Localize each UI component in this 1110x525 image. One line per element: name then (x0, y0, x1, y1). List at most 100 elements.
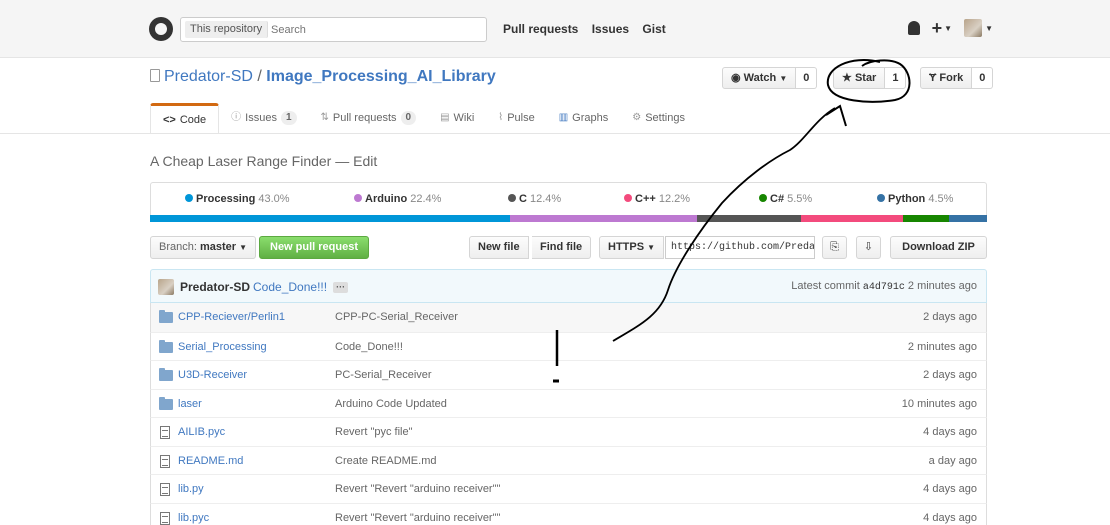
file-name-link[interactable]: lib.pyc (178, 512, 209, 524)
copy-clone-url-button[interactable]: ⎘ (822, 236, 847, 259)
fork-icon: Ɏ (929, 72, 937, 84)
issue-icon: ⓘ (231, 112, 242, 123)
file-commit-message[interactable]: Code_Done!!! (335, 341, 403, 353)
file-row[interactable]: AILIB.pyc Revert "pyc file" 4 days ago (150, 417, 987, 446)
file-row[interactable]: laser Arduino Code Updated 10 minutes ago (150, 388, 987, 417)
protocol-label: HTTPS (608, 241, 645, 253)
file-name-link[interactable]: CPP-Reciever/Perlin1 (178, 311, 285, 323)
repo-separator: / (257, 68, 262, 85)
arrow-head-annotation (825, 104, 847, 127)
file-commit-message[interactable]: CPP-PC-Serial_Receiver (335, 311, 458, 323)
chevron-down-icon: ▼ (239, 243, 248, 252)
nav-gist[interactable]: Gist (642, 22, 665, 36)
file-name-link[interactable]: README.md (178, 455, 243, 467)
nav-issues[interactable]: Issues (592, 22, 629, 36)
language-csharp: C# 5.5% (759, 193, 812, 205)
file-age: 2 minutes ago (907, 340, 977, 353)
user-menu[interactable]: ▼ (964, 19, 993, 37)
file-list: CPP-Reciever/Perlin1 CPP-PC-Serial_Receiv… (150, 303, 987, 525)
commit-message[interactable]: Code_Done!!! (253, 280, 327, 294)
chevron-down-icon: ▼ (647, 243, 656, 252)
file-commit-message[interactable]: Revert "Revert "arduino receiver"" (335, 483, 500, 495)
tab-issues[interactable]: ⓘ Issues 1 (219, 103, 308, 133)
file-commit-message[interactable]: Revert "pyc file" (335, 426, 413, 438)
tab-wiki[interactable]: ▤ Wiki (428, 103, 486, 133)
fork-button[interactable]: Ɏ Fork (920, 67, 973, 89)
commit-author-name[interactable]: Predator-SD (180, 280, 250, 294)
tab-code[interactable]: <> Code (150, 103, 220, 133)
file-name-link[interactable]: laser (178, 398, 202, 410)
language-dot-icon (185, 194, 193, 202)
clone-protocol-selector[interactable]: HTTPS ▼ (599, 236, 665, 259)
file-row[interactable]: U3D-Receiver PC-Serial_Receiver 2 days ago (150, 360, 987, 389)
search-scope-label: This repository (185, 21, 269, 38)
avatar (158, 279, 174, 295)
language-dot-icon (508, 194, 516, 202)
branch-selector[interactable]: Branch: master ▼ (150, 236, 257, 259)
watch-count[interactable]: 0 (796, 67, 818, 89)
language-percent: 5.5% (787, 193, 813, 205)
header-actions: + ▼ ▼ (907, 18, 993, 38)
file-name-link[interactable]: lib.py (178, 483, 204, 495)
language-c: C 12.4% (508, 193, 561, 205)
nav-pull-requests[interactable]: Pull requests (503, 22, 578, 36)
language-bar[interactable] (150, 215, 987, 222)
file-age: a day ago (928, 454, 977, 467)
find-file-button[interactable]: Find file (532, 236, 592, 259)
file-commit-message[interactable]: Revert "Revert "arduino receiver"" (335, 512, 500, 524)
tab-label: Pulse (507, 112, 535, 124)
tab-pulse[interactable]: ⌇ Pulse (486, 103, 546, 133)
file-row[interactable]: lib.py Revert "Revert "arduino receiver""… (150, 474, 987, 503)
search-box[interactable]: This repository (180, 17, 487, 42)
language-arduino: Arduino 22.4% (354, 193, 441, 205)
language-name: Processing (196, 193, 256, 205)
language-dot-icon (354, 194, 362, 202)
repo-name-link[interactable]: Image_Processing_AI_Library (266, 68, 495, 85)
notification-bell-icon[interactable] (907, 21, 920, 35)
star-group: ★ Star 1 (833, 67, 907, 89)
new-pull-request-button[interactable]: New pull request (259, 236, 370, 259)
download-zip-button[interactable]: Download ZIP (890, 236, 987, 259)
file-row[interactable]: CPP-Reciever/Perlin1 CPP-PC-Serial_Receiv… (150, 303, 987, 332)
search-input[interactable] (271, 21, 471, 38)
folder-icon (159, 310, 173, 323)
language-dot-icon (759, 194, 767, 202)
desktop-download-icon: ⇩ (863, 241, 874, 253)
pr-counter: 0 (400, 111, 417, 125)
github-logo-icon[interactable] (149, 17, 173, 41)
file-row[interactable]: Serial_Processing Code_Done!!! 2 minutes a… (150, 331, 987, 360)
book-icon: ▤ (440, 112, 450, 123)
file-commit-message[interactable]: Arduino Code Updated (335, 398, 447, 410)
tab-pull-requests[interactable]: ⇅ Pull requests 0 (309, 103, 429, 133)
file-row[interactable]: README.md Create README.md a day ago (150, 445, 987, 474)
file-name-link[interactable]: Serial_Processing (178, 341, 267, 353)
new-file-button[interactable]: New file (469, 236, 529, 259)
file-name-link[interactable]: U3D-Receiver (178, 369, 247, 381)
create-new-menu[interactable]: + ▼ (932, 18, 952, 38)
file-commit-message[interactable]: PC-Serial_Receiver (335, 369, 432, 381)
star-count[interactable]: 1 (885, 67, 907, 89)
watch-button[interactable]: ◉ Watch ▼ (722, 67, 797, 89)
clone-url-input[interactable]: https://github.com/Predator-SD/Image_Pro… (665, 236, 815, 259)
fork-count[interactable]: 0 (972, 67, 994, 89)
repo-owner-link[interactable]: Predator-SD (164, 68, 253, 85)
tab-settings[interactable]: ⚙ Settings (620, 103, 697, 133)
file-row[interactable]: lib.pyc Revert "Revert "arduino receiver"… (150, 502, 987, 525)
latest-commit-info: Latest commit a4d791c 2 minutes ago (791, 280, 977, 293)
file-commit-message[interactable]: Create README.md (335, 455, 436, 467)
language-summary[interactable]: Processing 43.0% Arduino 22.4% C 12.4% C… (150, 182, 987, 215)
language-bar-segment (150, 215, 510, 222)
star-button[interactable]: ★ Star (833, 67, 886, 89)
language-name: C# (770, 193, 785, 205)
tab-label: Issues (245, 112, 277, 124)
tab-label: Pull requests (332, 112, 397, 124)
expand-commit-icon[interactable]: ··· (333, 282, 349, 293)
commit-sha[interactable]: a4d791c (863, 282, 905, 293)
open-desktop-button[interactable]: ⇩ (856, 236, 881, 259)
watch-label: Watch (743, 72, 777, 84)
language-name: C (519, 193, 527, 205)
file-name-link[interactable]: AILIB.pyc (178, 426, 225, 438)
language-python: Python 4.5% (877, 193, 953, 205)
repo-book-icon (150, 69, 160, 82)
tab-graphs[interactable]: ▥ Graphs (547, 103, 621, 133)
